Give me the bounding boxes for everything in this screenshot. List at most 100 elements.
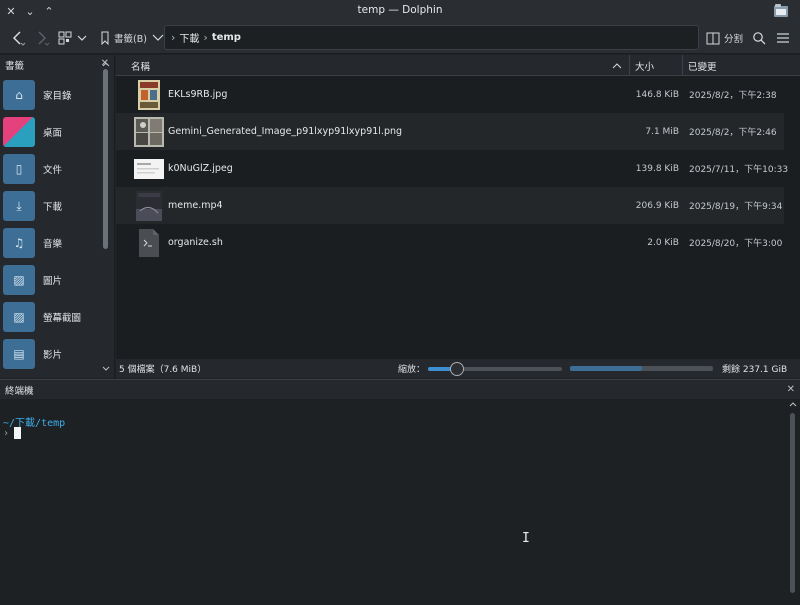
window-title: temp — Dolphin	[357, 4, 443, 16]
view-grid-icon	[58, 31, 87, 45]
terminal-panel-header: 終端機 ✕	[0, 379, 800, 399]
bookmarks-menu-label: 書籤(B)	[114, 34, 147, 45]
breadcrumb-temp[interactable]: temp	[212, 32, 241, 43]
status-bar: 5 個檔案（7.6 MiB） 縮放： 剩餘 237.1 GiB	[116, 358, 800, 378]
sidebar-item-pictures[interactable]: ▨ 圖片	[3, 263, 98, 297]
sidebar-item-desktop[interactable]: 桌面	[3, 115, 98, 149]
sidebar-item-screenshots[interactable]: ▨ 螢幕截圖	[3, 300, 98, 334]
file-modified: 2025/8/2，下午2:38	[689, 91, 777, 101]
location-bar[interactable]: › 下載 › temp	[164, 25, 699, 50]
file-size: 206.9 KiB	[635, 200, 679, 211]
minimize-window-icon[interactable]: ⌄	[22, 3, 38, 19]
sidebar-scroll-thumb[interactable]	[103, 69, 108, 249]
split-view-label: 分割	[724, 34, 744, 45]
screenshots-folder-icon: ▨	[3, 302, 35, 332]
terminal-panel[interactable]: ~/下載/temp › I	[0, 399, 800, 605]
file-modified: 2025/8/2，下午2:46	[689, 128, 777, 138]
home-folder-icon: ⌂	[3, 80, 35, 110]
file-size: 139.8 KiB	[635, 163, 679, 174]
terminal-panel-title: 終端機	[5, 385, 34, 397]
view-mode-button[interactable]	[58, 28, 88, 48]
sidebar-item-music[interactable]: ♫ 音樂	[3, 226, 98, 260]
column-name-label: 名稱	[131, 61, 151, 73]
sidebar-item-home[interactable]: ⌂ 家目錄	[3, 78, 98, 112]
places-panel-title: 書籤	[5, 61, 25, 72]
free-space-bar	[570, 366, 713, 371]
scroll-up-icon[interactable]	[102, 61, 110, 67]
scroll-up-icon[interactable]	[789, 401, 797, 407]
file-name: organize.sh	[168, 237, 223, 248]
documents-folder-icon: ▯	[3, 154, 35, 184]
file-name: k0NuGlZ.jpeg	[168, 163, 233, 174]
sidebar-scrollbar[interactable]	[102, 61, 110, 371]
breadcrumb-downloads[interactable]: 下載	[179, 30, 199, 45]
back-arrow-icon	[13, 31, 26, 46]
zoom-slider[interactable]	[428, 362, 562, 376]
column-size-label: 大小	[635, 61, 655, 73]
terminal-prompt-line: ›	[3, 427, 22, 439]
zoom-slider-handle[interactable]	[450, 362, 465, 376]
maximize-window-icon[interactable]: ⌃	[41, 3, 57, 19]
terminal-scrollbar[interactable]	[789, 401, 797, 599]
bookmarks-menu-button[interactable]: 書籤(B)	[100, 28, 165, 48]
file-name: EKLs9RB.jpg	[168, 89, 228, 100]
sidebar-item-label: 下載	[43, 202, 63, 213]
split-view-button[interactable]: 分割	[706, 28, 743, 48]
desktop-icon	[3, 117, 35, 147]
script-file-icon	[134, 227, 164, 259]
places-panel: 書籤 ✕ ⌂ 家目錄 桌面 ▯ 文件 ⤓ 下載 ♫ 音樂 ▨ 圖片 ▨ 螢幕截圖…	[0, 55, 115, 378]
scroll-down-icon[interactable]	[102, 366, 110, 372]
sidebar-item-downloads[interactable]: ⤓ 下載	[3, 189, 98, 223]
forward-button[interactable]	[34, 28, 50, 48]
close-window-icon[interactable]: ✕	[3, 3, 19, 19]
column-name[interactable]: 名稱	[126, 55, 628, 76]
terminal-scroll-thumb[interactable]	[790, 413, 795, 593]
bookmark-icon	[101, 31, 109, 45]
toolbar: 書籤(B) › 下載 › temp 分割	[0, 22, 800, 54]
column-header: 名稱 大小 已變更	[116, 55, 800, 76]
split-view-icon	[706, 32, 720, 44]
file-modified: 2025/8/19，下午9:34	[689, 202, 783, 212]
sidebar-item-videos[interactable]: ▤ 影片	[3, 337, 98, 371]
file-name: meme.mp4	[168, 200, 223, 211]
back-button[interactable]	[10, 28, 26, 48]
file-row[interactable]: EKLs9RB.jpg 146.8 KiB 2025/8/2，下午2:38	[116, 76, 784, 113]
file-row[interactable]: Gemini_Generated_Image_p91lxyp91lxyp91l.…	[116, 113, 784, 150]
image-thumb	[134, 116, 164, 148]
file-modified: 2025/8/20，下午3:00	[689, 239, 783, 249]
hamburger-menu-icon	[777, 33, 789, 43]
breadcrumb-separator: ›	[203, 31, 208, 44]
column-size[interactable]: 大小	[629, 55, 682, 76]
terminal-cursor	[14, 427, 22, 439]
downloads-folder-icon: ⤓	[3, 191, 35, 221]
free-space-fill	[570, 366, 642, 371]
image-thumb	[134, 153, 164, 185]
file-size: 146.8 KiB	[635, 89, 679, 100]
selection-summary: 5 個檔案（7.6 MiB）	[119, 365, 207, 375]
close-terminal-icon[interactable]: ✕	[787, 384, 795, 395]
image-thumb	[134, 79, 164, 111]
music-folder-icon: ♫	[3, 228, 35, 258]
videos-folder-icon: ▤	[3, 339, 35, 369]
breadcrumb-root-arrow[interactable]: ›	[171, 31, 175, 44]
sort-ascending-icon	[612, 63, 622, 69]
search-icon	[753, 32, 766, 45]
forward-arrow-icon	[38, 31, 50, 46]
file-row[interactable]: meme.mp4 206.9 KiB 2025/8/19，下午9:34	[116, 187, 784, 224]
column-modified-label: 已變更	[688, 61, 717, 73]
column-modified[interactable]: 已變更	[682, 55, 800, 76]
free-space-text: 剩餘 237.1 GiB	[722, 365, 788, 375]
search-button[interactable]	[752, 28, 766, 48]
text-cursor-icon: I	[522, 531, 530, 546]
chevron-down-icon	[152, 34, 164, 41]
sidebar-item-documents[interactable]: ▯ 文件	[3, 152, 98, 186]
hamburger-menu-button[interactable]	[776, 28, 790, 48]
terminal-prompt-symbol: ›	[3, 427, 10, 439]
sidebar-item-label: 桌面	[43, 128, 63, 139]
pictures-folder-icon: ▨	[3, 265, 35, 295]
file-row[interactable]: k0NuGlZ.jpeg 139.8 KiB 2025/7/11，下午10:33	[116, 150, 788, 187]
terminal-cwd-rest: /temp	[35, 418, 66, 429]
sidebar-item-label: 圖片	[43, 276, 63, 287]
file-row[interactable]: organize.sh 2.0 KiB 2025/8/20，下午3:00	[116, 224, 784, 261]
file-name: Gemini_Generated_Image_p91lxyp91lxyp91l.…	[168, 126, 403, 137]
